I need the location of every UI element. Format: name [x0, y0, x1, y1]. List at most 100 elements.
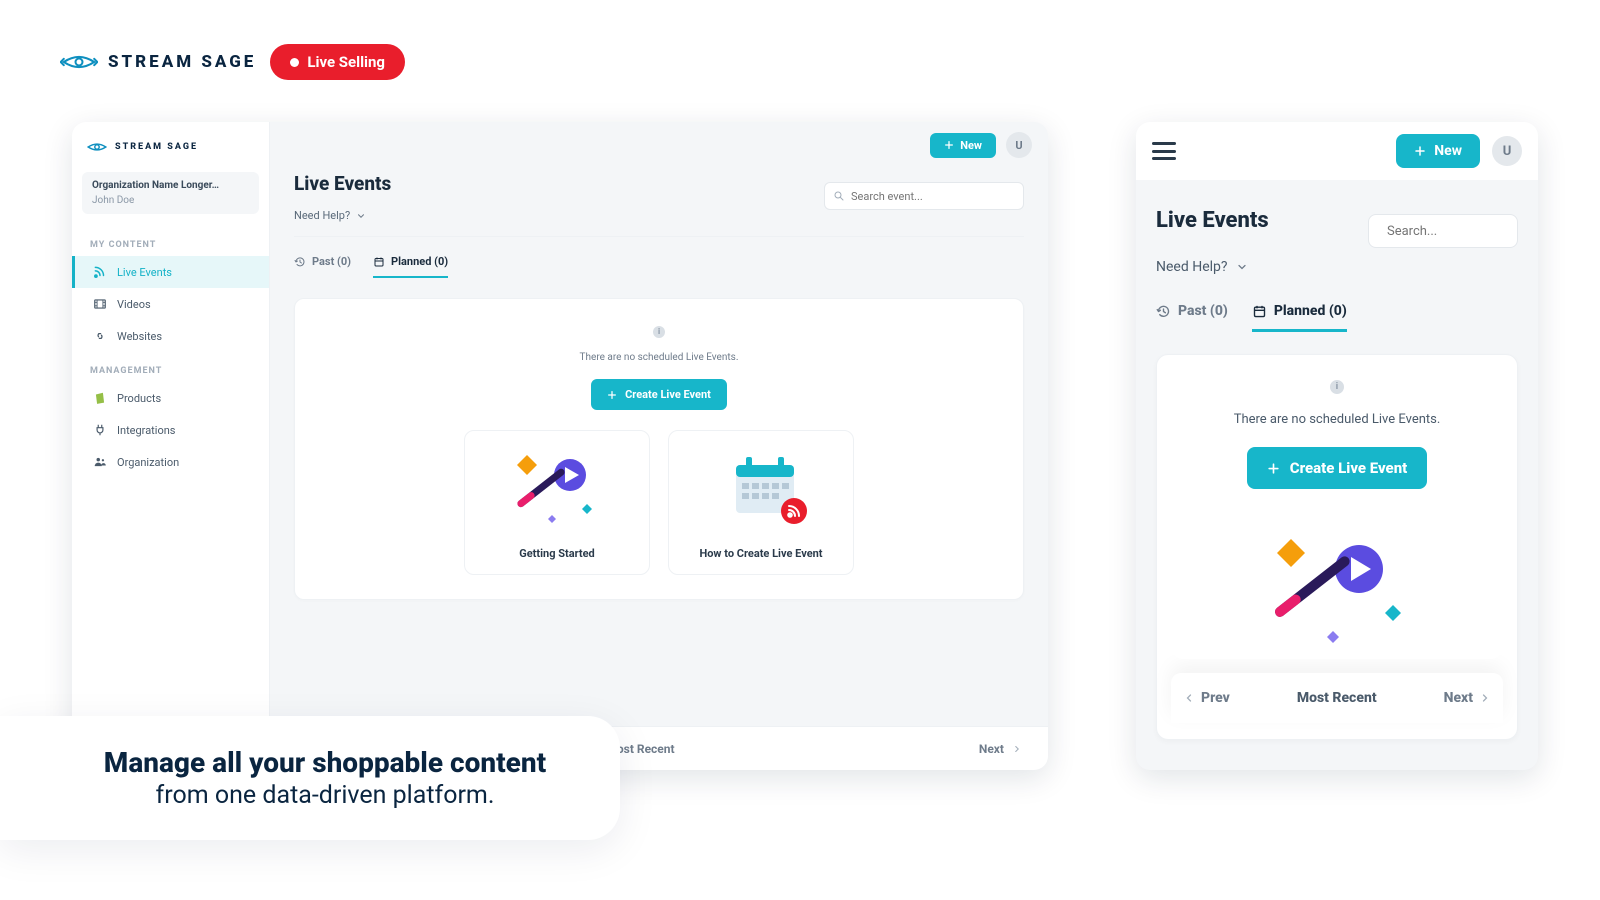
tab-planned[interactable]: Planned (0)	[1252, 303, 1347, 332]
chevron-down-icon	[1236, 261, 1248, 273]
topbar: New U	[270, 122, 1048, 168]
sidebar-item-label: Products	[117, 392, 161, 405]
mini-brand-name: STREAM SAGE	[115, 142, 198, 152]
search-input[interactable]	[851, 190, 1015, 203]
plug-icon	[93, 423, 107, 437]
brand-name: STREAM SAGE	[108, 52, 256, 72]
sidebar-item-integrations[interactable]: Integrations	[72, 414, 269, 446]
chevron-down-icon	[356, 211, 366, 221]
sort-label[interactable]: Most Recent	[1297, 690, 1377, 706]
new-button[interactable]: New	[930, 133, 996, 158]
plus-icon	[1414, 145, 1426, 157]
bottom-nav: Prev Most Recent Next	[1171, 673, 1503, 723]
cta-label: Create Live Event	[1290, 459, 1408, 477]
help-card-how-to-create[interactable]: How to Create Live Event	[668, 430, 854, 575]
empty-message: There are no scheduled Live Events.	[1171, 412, 1503, 427]
shopify-icon	[93, 391, 107, 405]
wand-play-illustration	[475, 447, 639, 537]
link-icon	[93, 329, 107, 343]
main-area: New U Live Events Need Help? Past (0)	[270, 122, 1048, 770]
create-live-event-button[interactable]: Create Live Event	[1247, 447, 1428, 489]
user-name: John Doe	[92, 195, 249, 206]
cta-label: Create Live Event	[625, 388, 711, 401]
live-pill-label: Live Selling	[307, 53, 385, 71]
side-heading-content: MY CONTENT	[72, 226, 269, 256]
sidebar: STREAM SAGE Organization Name Longer… Jo…	[72, 122, 270, 770]
search-box[interactable]	[1368, 214, 1518, 248]
new-label: New	[960, 139, 982, 152]
sidebar-item-products[interactable]: Products	[72, 382, 269, 414]
org-name: Organization Name Longer…	[92, 180, 249, 191]
film-icon	[93, 297, 107, 311]
search-icon	[833, 190, 845, 202]
org-card[interactable]: Organization Name Longer… John Doe	[82, 172, 259, 214]
wand-play-illustration	[1183, 529, 1491, 659]
sidebar-item-organization[interactable]: Organization	[72, 446, 269, 478]
help-toggle[interactable]: Need Help?	[294, 209, 1024, 237]
calendar-icon	[373, 256, 385, 268]
sidebar-item-label: Websites	[117, 330, 162, 343]
brand-bar: STREAM SAGE Live Selling	[60, 44, 405, 80]
prev-button[interactable]: Prev	[1183, 690, 1230, 706]
chevron-right-icon	[1012, 744, 1022, 754]
eye-logo-icon	[60, 50, 98, 74]
next-button[interactable]: Next	[979, 742, 1022, 756]
desktop-preview: STREAM SAGE Organization Name Longer… Jo…	[72, 122, 1048, 770]
help-card-getting-started[interactable]: Getting Started	[464, 430, 650, 575]
tagline-line-1: Manage all your shoppable content	[60, 746, 590, 779]
plus-icon	[607, 390, 617, 400]
content-area: Live Events Need Help? Past (0) Planned	[270, 168, 1048, 770]
tab-label: Past (0)	[312, 255, 351, 268]
mini-logo: STREAM SAGE	[72, 122, 269, 166]
info-icon	[653, 326, 665, 338]
sidebar-item-websites[interactable]: Websites	[72, 320, 269, 352]
tagline: Manage all your shoppable content from o…	[0, 716, 620, 840]
new-button[interactable]: New	[1396, 134, 1480, 168]
help-card-title: How to Create Live Event	[679, 547, 843, 560]
tagline-line-2: from one data-driven platform.	[60, 781, 590, 810]
tab-label: Past (0)	[1178, 303, 1228, 319]
mobile-topbar: New U	[1136, 122, 1538, 180]
new-label: New	[1434, 143, 1462, 159]
info-icon	[1330, 380, 1344, 394]
search-input[interactable]	[1387, 224, 1538, 239]
tab-label: Planned (0)	[1274, 303, 1347, 319]
brand-logo: STREAM SAGE	[60, 50, 256, 74]
help-card-title: Getting Started	[475, 547, 639, 560]
avatar[interactable]: U	[1492, 136, 1522, 166]
chevron-right-icon	[1479, 692, 1491, 704]
history-icon	[294, 256, 306, 268]
plus-icon	[944, 140, 954, 150]
side-heading-management: MANAGEMENT	[72, 352, 269, 382]
help-label: Need Help?	[294, 209, 350, 222]
calendar-broadcast-illustration	[679, 447, 843, 537]
tab-planned[interactable]: Planned (0)	[373, 255, 448, 278]
sidebar-item-label: Integrations	[117, 424, 175, 437]
sidebar-item-label: Organization	[117, 456, 179, 469]
mobile-preview: New U Live Events Need Help? Past (0) Pl…	[1136, 122, 1538, 770]
broadcast-icon	[93, 265, 107, 279]
create-live-event-button[interactable]: Create Live Event	[591, 379, 727, 410]
help-label: Need Help?	[1156, 259, 1228, 275]
help-toggle[interactable]: Need Help?	[1156, 259, 1518, 275]
search-box[interactable]	[824, 182, 1024, 210]
avatar[interactable]: U	[1006, 132, 1032, 158]
hamburger-icon[interactable]	[1152, 142, 1176, 160]
live-selling-pill[interactable]: Live Selling	[270, 44, 405, 80]
sidebar-item-label: Videos	[117, 298, 151, 311]
sidebar-item-videos[interactable]: Videos	[72, 288, 269, 320]
eye-logo-icon	[86, 140, 108, 154]
help-card-getting-started[interactable]	[1171, 509, 1503, 659]
plus-icon	[1267, 462, 1280, 475]
tab-past[interactable]: Past (0)	[294, 255, 351, 278]
people-icon	[93, 455, 107, 469]
empty-message: There are no scheduled Live Events.	[315, 352, 1003, 363]
sidebar-item-live-events[interactable]: Live Events	[72, 256, 269, 288]
tab-past[interactable]: Past (0)	[1156, 303, 1228, 332]
next-button[interactable]: Next	[1444, 690, 1491, 706]
live-dot-icon	[290, 58, 299, 67]
sidebar-item-label: Live Events	[117, 266, 172, 279]
tab-label: Planned (0)	[391, 255, 448, 268]
empty-state-card: There are no scheduled Live Events. Crea…	[1156, 354, 1518, 740]
empty-state-card: There are no scheduled Live Events. Crea…	[294, 298, 1024, 600]
